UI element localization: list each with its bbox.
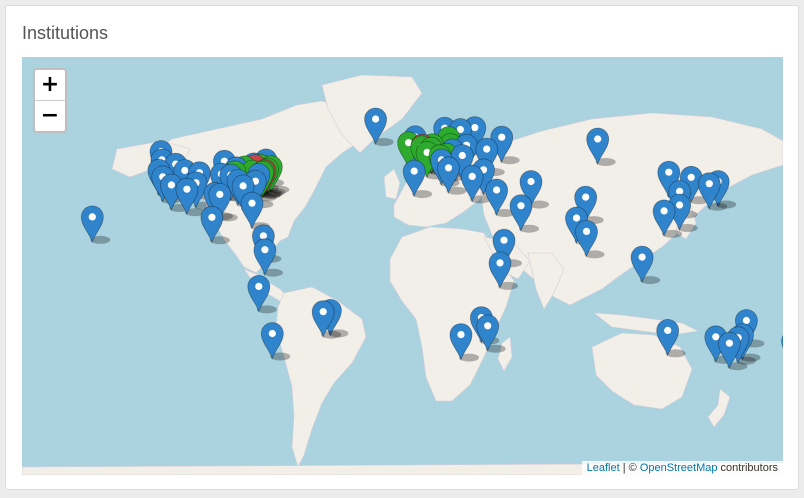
marker-dot [582, 193, 590, 201]
map-marker-blue[interactable] [488, 251, 518, 290]
marker-dot [664, 326, 672, 334]
marker-dot [239, 182, 247, 190]
marker-dot [496, 259, 504, 267]
marker-dot [167, 181, 175, 189]
marker-dot [484, 322, 492, 330]
map-marker-blue[interactable] [247, 275, 277, 314]
marker-dot [88, 213, 96, 221]
marker-dot [268, 329, 276, 338]
map-marker-blue[interactable] [476, 314, 506, 353]
marker-dot [665, 168, 673, 176]
map-marker-blue[interactable] [575, 220, 605, 259]
marker-dot [582, 227, 591, 235]
marker-dot [493, 186, 501, 194]
marker-dot [725, 339, 733, 347]
marker-dot [705, 180, 713, 188]
marker-dot [208, 213, 216, 221]
zoom-in-button[interactable]: + [35, 70, 65, 101]
marker-dot [372, 115, 380, 123]
institutions-map[interactable]: + − Leaflet | © OpenStreetMap contributo… [22, 57, 783, 475]
marker-dot [676, 201, 684, 209]
marker-dot [444, 164, 453, 172]
marker-dot [458, 151, 466, 160]
marker-dot [259, 232, 267, 240]
marker-dot [742, 316, 750, 325]
marker-layer [80, 107, 783, 371]
marker-dot [319, 308, 327, 316]
institutions-card: Institutions + − Leaflet | © OpenStreetM… [5, 5, 799, 490]
map-marker-blue[interactable] [586, 127, 616, 166]
zoom-control: + − [33, 68, 67, 133]
map-attribution: Leaflet | © OpenStreetMap contributors [581, 461, 783, 475]
marker-dot [687, 173, 695, 181]
marker-dot [181, 166, 189, 175]
map-marker-blue[interactable] [200, 205, 230, 245]
attribution-suffix: contributors [717, 462, 778, 474]
marker-dot [498, 133, 506, 141]
marker-dot [468, 172, 476, 180]
marker-dot [572, 214, 581, 222]
marker-dot [410, 167, 418, 175]
marker-dot [471, 124, 479, 132]
leaflet-link[interactable]: Leaflet [587, 462, 620, 474]
marker-dot [457, 331, 465, 339]
marker-pin [781, 334, 783, 349]
marker-dot [183, 185, 191, 193]
marker-dot [483, 145, 491, 153]
marker-dot [255, 282, 263, 290]
marker-dot [500, 236, 508, 244]
attribution-separator: | © [619, 462, 640, 474]
map-marker-blue[interactable] [781, 330, 783, 368]
marker-dot [660, 207, 668, 215]
marker-dot [638, 253, 646, 261]
marker-dot [712, 333, 720, 341]
marker-dot [216, 190, 224, 198]
map-marker-blue[interactable] [364, 107, 394, 146]
map-marker-blue[interactable] [260, 322, 291, 361]
map-marker-blue[interactable] [656, 319, 686, 358]
map-marker-blue[interactable] [80, 205, 111, 244]
marker-dot [527, 177, 535, 186]
marker-dot [248, 199, 256, 207]
map-marker-blue[interactable] [630, 245, 661, 285]
map-marker-blue[interactable] [509, 194, 539, 233]
marker-dot [594, 135, 602, 143]
zoom-out-button[interactable]: − [35, 101, 65, 131]
map-marker-blue[interactable] [485, 178, 515, 217]
marker-dot [517, 202, 525, 210]
openstreetmap-link[interactable]: OpenStreetMap [640, 462, 718, 474]
marker-dot [261, 246, 269, 254]
card-title: Institutions [22, 23, 109, 43]
